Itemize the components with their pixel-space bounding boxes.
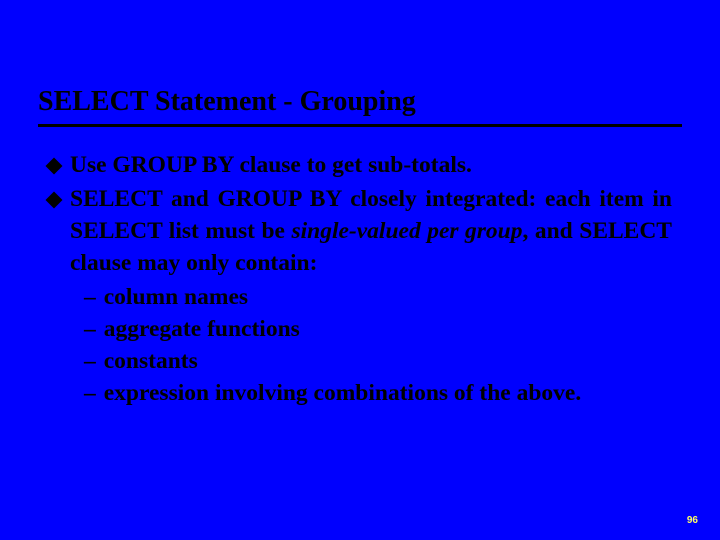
sub-text: constants <box>104 346 198 378</box>
sub-text: aggregate functions <box>104 314 300 346</box>
content-area: Use GROUP BY clause to get sub-totals. S… <box>48 150 672 410</box>
dash-icon: – <box>84 282 96 314</box>
bullet-text: Use GROUP BY clause to get sub-totals. <box>70 150 672 182</box>
diamond-bullet-icon <box>46 191 63 208</box>
slide: SELECT Statement - Grouping Use GROUP BY… <box>0 0 720 540</box>
sub-text: column names <box>104 282 248 314</box>
bullet-item: Use GROUP BY clause to get sub-totals. <box>48 150 672 182</box>
bullet-item: SELECT and GROUP BY closely integrated: … <box>48 184 672 280</box>
sub-list: – column names – aggregate functions – c… <box>84 282 672 410</box>
dash-icon: – <box>84 314 96 346</box>
sub-item: – constants <box>84 346 672 378</box>
sub-item: – expression involving combinations of t… <box>84 378 672 410</box>
diamond-bullet-icon <box>46 158 63 175</box>
bullet-text: SELECT and GROUP BY closely integrated: … <box>70 184 672 280</box>
page-number: 96 <box>687 515 698 526</box>
sub-text: expression involving combinations of the… <box>104 378 581 410</box>
slide-title: SELECT Statement - Grouping <box>38 86 682 124</box>
sub-item: – aggregate functions <box>84 314 672 346</box>
title-underline <box>38 124 682 127</box>
dash-icon: – <box>84 378 96 410</box>
title-block: SELECT Statement - Grouping <box>38 86 682 127</box>
dash-icon: – <box>84 346 96 378</box>
sub-item: – column names <box>84 282 672 314</box>
emphasis-text: single-valued per group <box>291 218 522 244</box>
